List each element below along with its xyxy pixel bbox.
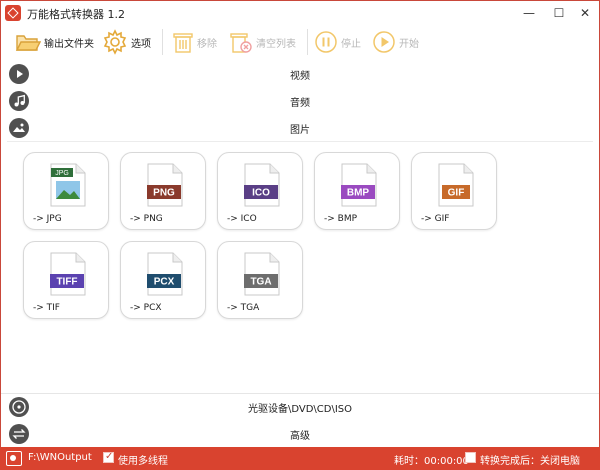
category-disc[interactable]: 光驱设备\DVD\CD\ISO — [1, 394, 599, 420]
category-disc-label: 光驱设备\DVD\CD\ISO — [247, 404, 353, 415]
toolbar: 输出文件夹 选项 移除 清空列表 停止 开始 — [1, 25, 599, 59]
after-done-label: 转换完成后：关闭电脑 — [480, 456, 580, 467]
tga-file-icon: TGA — [244, 252, 280, 296]
category-image[interactable]: 图片 — [1, 115, 599, 141]
category-video[interactable]: 视频 — [1, 61, 599, 87]
png-file-icon: PNG — [147, 163, 183, 207]
output-folder-icon[interactable] — [6, 451, 22, 466]
options-label: 选项 — [131, 38, 151, 50]
gear-icon — [103, 29, 127, 55]
category-advanced[interactable]: 高级 — [1, 421, 599, 447]
trash-icon — [173, 33, 193, 53]
pcx-label: -> PCX — [130, 303, 162, 313]
ico-badge-text: ICO — [252, 188, 270, 199]
start-button[interactable]: 开始 — [372, 28, 419, 56]
format-tile-pcx[interactable]: PCX -> PCX — [120, 241, 206, 319]
clear-list-button[interactable]: 清空列表 — [229, 28, 296, 56]
tga-label: -> TGA — [227, 303, 260, 313]
pcx-badge-text: PCX — [154, 277, 175, 288]
format-tile-ico[interactable]: ICO -> ICO — [217, 152, 303, 230]
tga-badge-text: TGA — [250, 277, 271, 288]
category-audio[interactable]: 音频 — [1, 88, 599, 114]
tiff-file-icon: TIFF — [50, 252, 86, 296]
ico-file-icon: ICO — [244, 163, 280, 207]
format-tile-gif[interactable]: GIF -> GIF — [411, 152, 497, 230]
multithread-label: 使用多线程 — [118, 456, 168, 467]
png-badge-text: PNG — [153, 188, 175, 199]
options-button[interactable]: 选项 — [102, 28, 151, 56]
app-window: 万能格式转换器 1.2 — ☐ ✕ 输出文件夹 选项 移除 清空列表 停止 开始… — [0, 0, 600, 470]
start-label: 开始 — [399, 38, 419, 50]
category-advanced-label: 高级 — [290, 431, 310, 442]
gif-label: -> GIF — [421, 214, 450, 224]
format-tile-tga[interactable]: TGA -> TGA — [217, 241, 303, 319]
jpg-file-icon: JPG — [50, 163, 86, 207]
gif-badge-text: GIF — [448, 188, 465, 199]
play-icon — [373, 31, 395, 53]
pcx-file-icon: PCX — [147, 252, 183, 296]
jpg-badge-text: JPG — [55, 170, 69, 177]
category-image-label: 图片 — [290, 125, 310, 136]
category-video-label: 视频 — [290, 71, 310, 82]
bmp-label: -> BMP — [324, 214, 358, 224]
jpg-label: -> JPG — [33, 214, 62, 224]
tiff-badge-text: TIFF — [56, 277, 77, 288]
format-tile-jpg[interactable]: JPG -> JPG — [23, 152, 109, 230]
format-tile-png[interactable]: PNG -> PNG — [120, 152, 206, 230]
stop-button[interactable]: 停止 — [314, 28, 361, 56]
pause-icon — [315, 31, 337, 53]
toolbar-divider — [162, 29, 163, 55]
window-title: 万能格式转换器 1.2 — [27, 8, 125, 21]
category-audio-label: 音频 — [290, 98, 310, 109]
bmp-file-icon: BMP — [341, 163, 377, 207]
maximize-button[interactable]: ☐ — [547, 3, 571, 23]
output-folder-button[interactable]: 输出文件夹 — [15, 28, 94, 56]
clear-list-icon — [230, 33, 252, 53]
toolbar-divider — [307, 29, 308, 55]
close-button[interactable]: ✕ — [573, 3, 597, 23]
title-bar: 万能格式转换器 1.2 — ☐ ✕ — [1, 1, 599, 25]
shutdown-checkbox[interactable] — [465, 452, 476, 463]
bmp-badge-text: BMP — [347, 188, 370, 199]
folder-icon — [15, 35, 41, 51]
status-bar: F:\WNOutput 使用多线程 耗时：00:00:00 转换完成后：关闭电脑 — [0, 447, 600, 470]
ico-label: -> ICO — [227, 214, 257, 224]
tif-label: -> TIF — [33, 303, 60, 313]
app-logo-icon — [5, 5, 21, 21]
format-tile-tif[interactable]: TIFF -> TIF — [23, 241, 109, 319]
format-tile-bmp[interactable]: BMP -> BMP — [314, 152, 400, 230]
clear-list-label: 清空列表 — [256, 38, 296, 50]
minimize-button[interactable]: — — [517, 3, 541, 23]
multithread-checkbox[interactable] — [103, 451, 114, 463]
stop-label: 停止 — [341, 38, 361, 50]
format-panel: JPG -> JPG PNG -> PNG ICO -> ICO BMP -> … — [7, 141, 593, 391]
output-path[interactable]: F:\WNOutput — [28, 452, 92, 463]
elapsed-time: 耗时：00:00:00 — [394, 456, 469, 467]
gif-file-icon: GIF — [438, 163, 474, 207]
remove-button[interactable]: 移除 — [172, 28, 217, 56]
png-label: -> PNG — [130, 214, 163, 224]
remove-label: 移除 — [197, 38, 217, 50]
output-folder-label: 输出文件夹 — [44, 38, 94, 50]
